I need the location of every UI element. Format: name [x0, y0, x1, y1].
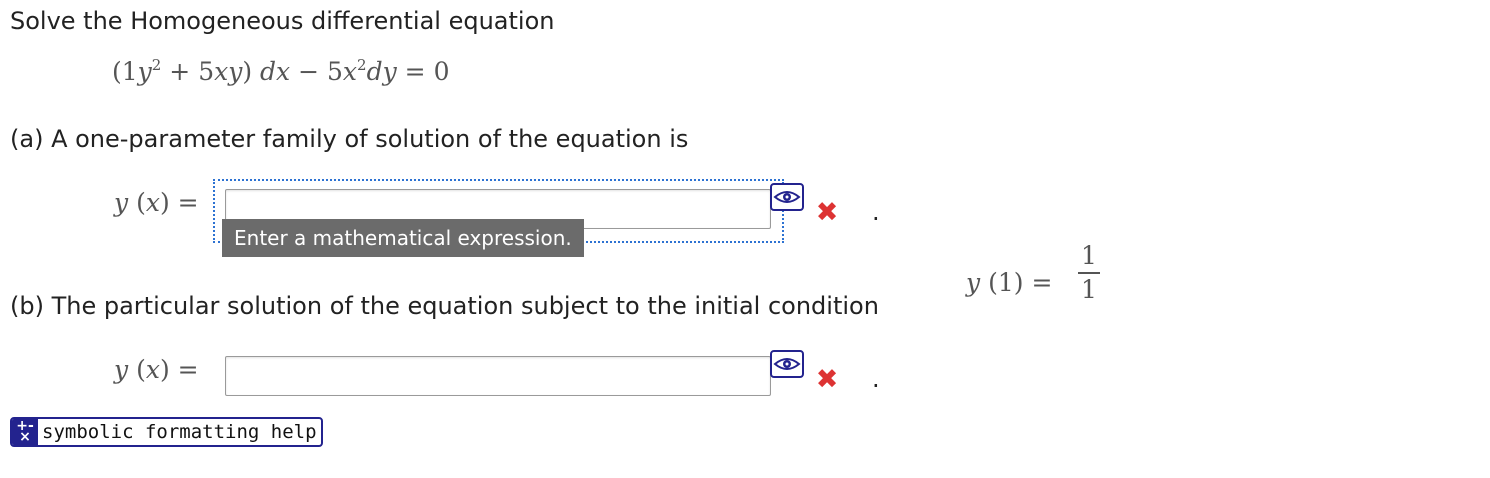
eye-preview-icon: [773, 191, 801, 203]
initial-condition-fraction: 1 1: [1078, 242, 1100, 304]
differential-equation: (1y2 + 5xy) dx − 5x2dy = 0: [112, 56, 450, 86]
math-operators-icon: +-×: [12, 419, 38, 445]
input-hint-tooltip: Enter a mathematical expression.: [222, 219, 584, 257]
part-b-wrong-icon: ✖: [815, 364, 839, 395]
part-a-preview-button[interactable]: [770, 183, 804, 211]
part-b-preview-button[interactable]: [770, 350, 804, 378]
initial-condition: y (1) =: [966, 268, 1053, 297]
fraction-denominator: 1: [1081, 275, 1097, 304]
part-a-lhs: y (x) =: [114, 188, 199, 217]
part-b-period: .: [872, 365, 880, 393]
problem-intro: Solve the Homogeneous differential equat…: [10, 7, 555, 35]
part-a-prompt: (a) A one-parameter family of solution o…: [10, 125, 689, 153]
part-b-prompt: (b) The particular solution of the equat…: [10, 292, 879, 320]
symbolic-formatting-help-button[interactable]: +-× symbolic formatting help: [10, 417, 323, 447]
fraction-numerator: 1: [1081, 241, 1097, 270]
help-button-label: symbolic formatting help: [42, 421, 317, 443]
part-b-answer-input[interactable]: [225, 356, 771, 396]
fraction-bar: [1078, 272, 1100, 274]
part-a-wrong-icon: ✖: [815, 197, 839, 228]
part-a-period: .: [872, 198, 880, 226]
part-b-lhs: y (x) =: [114, 355, 199, 384]
eye-preview-icon: [773, 358, 801, 370]
